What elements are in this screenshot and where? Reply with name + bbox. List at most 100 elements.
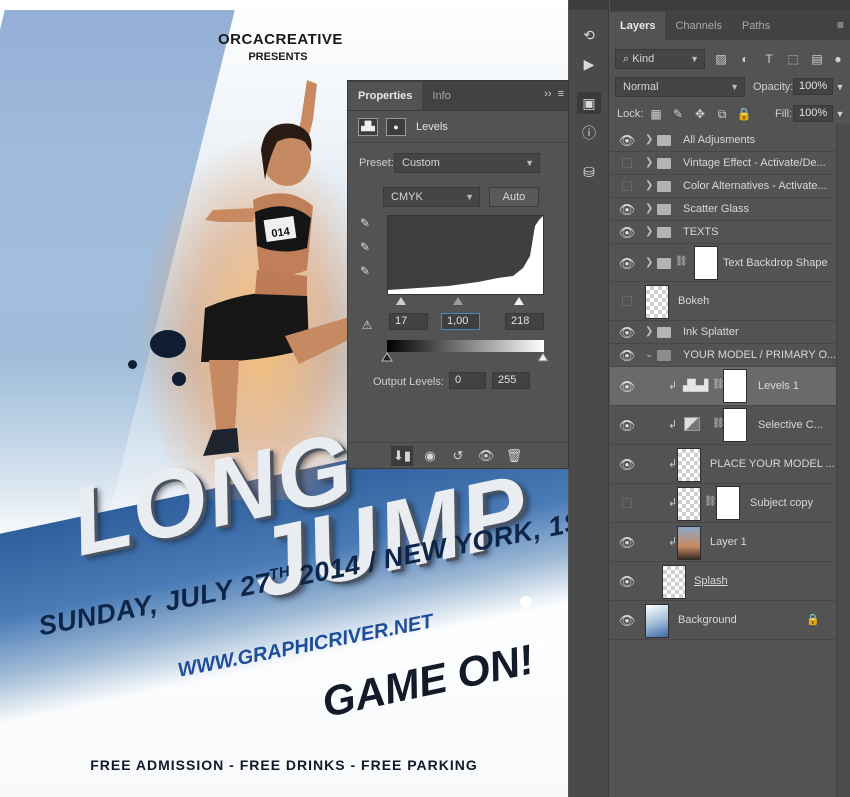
adjustment-filter-icon[interactable]: ◐ bbox=[737, 51, 753, 67]
layer-row[interactable]: 👁 Background 🔒 bbox=[610, 601, 836, 640]
layer-row[interactable]: 👁 ❯ ⛓ Text Backdrop Shape bbox=[610, 244, 836, 282]
lock-artboard-icon[interactable]: ⧉ bbox=[714, 106, 730, 122]
layer-row[interactable]: ❯ Vintage Effect - Activate/De... bbox=[610, 152, 836, 175]
layer-row[interactable]: ↲ ⛓ Subject copy bbox=[610, 484, 836, 523]
layer-row[interactable]: Bokeh bbox=[610, 282, 836, 321]
delete-adjustment-icon[interactable]: 🗑 bbox=[503, 446, 525, 466]
eye-icon[interactable]: 👁 bbox=[618, 202, 636, 217]
reset-icon[interactable]: ↺ bbox=[447, 446, 469, 466]
group-mask-thumbnail[interactable] bbox=[694, 246, 718, 280]
chevron-right-icon[interactable]: ❯ bbox=[645, 134, 653, 145]
tab-properties[interactable]: Properties bbox=[348, 82, 423, 110]
auto-button[interactable]: Auto bbox=[489, 187, 539, 207]
pixel-filter-icon[interactable]: ▨ bbox=[713, 51, 729, 67]
layer-row[interactable]: 👁 Splash bbox=[610, 562, 836, 601]
toggle-visibility-icon[interactable]: 👁 bbox=[475, 446, 497, 466]
eye-icon[interactable]: 👁 bbox=[618, 418, 636, 433]
tab-layers[interactable]: Layers bbox=[610, 12, 666, 40]
layer-row[interactable]: 👁 ❯ Ink Splatter bbox=[610, 321, 836, 344]
blend-mode-dropdown[interactable]: Normal ▼ bbox=[615, 77, 745, 97]
visibility-off-box[interactable] bbox=[622, 296, 632, 306]
visibility-off-box[interactable] bbox=[622, 181, 632, 191]
history-icon[interactable]: ⟲ bbox=[577, 24, 601, 46]
clip-to-layer-icon[interactable]: ⬇▮ bbox=[391, 445, 413, 466]
output-black-field[interactable]: 0 bbox=[449, 372, 486, 389]
layer-row[interactable]: 👁 ↲ ⛓ Selective C... bbox=[610, 406, 836, 445]
eye-icon[interactable]: 👁 bbox=[618, 574, 636, 589]
eye-icon[interactable]: 👁 bbox=[618, 535, 636, 550]
visibility-off-box[interactable] bbox=[622, 158, 632, 168]
view-previous-state-icon[interactable]: ◉ bbox=[419, 446, 441, 466]
layer-mask-thumbnail[interactable] bbox=[723, 408, 747, 442]
input-levels-slider[interactable] bbox=[387, 295, 545, 307]
type-filter-icon[interactable]: T bbox=[761, 51, 777, 67]
layer-row[interactable]: 👁 ❯ All Adjusments bbox=[610, 129, 836, 152]
layers-panel[interactable]: Layers Channels Paths ≡ ⌕ Kind ▼ ▨ ◐ T ⬚… bbox=[610, 0, 850, 797]
filter-toggle-icon[interactable]: ● bbox=[830, 51, 846, 67]
lock-all-icon[interactable]: 🔒 bbox=[736, 106, 752, 122]
smart-object-filter-icon[interactable]: ▤ bbox=[809, 51, 825, 67]
chevron-right-icon[interactable]: ❯ bbox=[645, 203, 653, 214]
layer-row-selected[interactable]: 👁 ↲ ▟▙▟ ⛓ Levels 1 bbox=[610, 367, 836, 406]
preset-dropdown[interactable]: Custom ▼ bbox=[394, 153, 540, 173]
chevron-down-icon[interactable]: ▼ bbox=[832, 79, 848, 95]
layer-row[interactable]: ❯ Color Alternatives - Activate... bbox=[610, 175, 836, 198]
gray-point-eyedropper-icon[interactable]: ✎ bbox=[357, 240, 373, 254]
info-icon[interactable]: ⓘ bbox=[577, 122, 601, 144]
chevron-right-icon[interactable]: ❯ bbox=[645, 257, 653, 268]
tab-channels[interactable]: Channels bbox=[665, 12, 731, 40]
eye-icon[interactable]: 👁 bbox=[618, 325, 636, 340]
eye-icon[interactable]: 👁 bbox=[618, 457, 636, 472]
chevron-right-icon[interactable]: ❯ bbox=[645, 157, 653, 168]
clone-source-icon[interactable]: ⛁ bbox=[577, 161, 601, 183]
layer-row[interactable]: 👁 ❯ TEXTS bbox=[610, 221, 836, 244]
collapse-panel-icon[interactable]: ›› bbox=[544, 88, 551, 100]
eye-icon[interactable]: 👁 bbox=[618, 379, 636, 394]
input-gamma-field[interactable]: 1,00 bbox=[441, 313, 480, 330]
opacity-field[interactable]: 100% bbox=[793, 78, 833, 95]
output-white-field[interactable]: 255 bbox=[492, 372, 530, 389]
eye-icon[interactable]: 👁 bbox=[618, 256, 636, 271]
chevron-down-icon[interactable]: ▼ bbox=[832, 106, 848, 122]
chevron-right-icon[interactable]: ❯ bbox=[645, 226, 653, 237]
lock-position-icon[interactable]: ✥ bbox=[692, 106, 708, 122]
output-levels-slider[interactable] bbox=[380, 351, 550, 363]
lock-transparency-icon[interactable]: ▦ bbox=[648, 106, 664, 122]
link-icon[interactable]: ⛓ bbox=[704, 496, 717, 507]
tab-info[interactable]: Info bbox=[422, 82, 460, 110]
filter-kind-dropdown[interactable]: ⌕ Kind ▼ bbox=[615, 49, 705, 69]
layer-row[interactable]: 👁 ⌄ YOUR MODEL / PRIMARY O... bbox=[610, 344, 836, 367]
link-icon[interactable]: ⛓ bbox=[675, 256, 688, 267]
eye-icon[interactable]: 👁 bbox=[618, 225, 636, 240]
layers-scrollbar[interactable] bbox=[836, 124, 850, 797]
eye-icon[interactable]: 👁 bbox=[618, 133, 636, 148]
visibility-off-box[interactable] bbox=[622, 498, 632, 508]
layer-mask-icon[interactable]: ● bbox=[386, 117, 406, 136]
tab-paths[interactable]: Paths bbox=[732, 12, 780, 40]
panel-menu-icon[interactable]: ≡ bbox=[558, 88, 564, 100]
eye-icon[interactable]: 👁 bbox=[618, 613, 636, 628]
chevron-right-icon[interactable]: ❯ bbox=[645, 326, 653, 337]
lock-pixels-icon[interactable]: ✎ bbox=[670, 106, 686, 122]
layer-mask-thumbnail[interactable] bbox=[723, 369, 747, 403]
input-black-field[interactable]: 17 bbox=[389, 313, 428, 330]
fill-field[interactable]: 100% bbox=[793, 105, 833, 122]
play-icon[interactable]: ▶ bbox=[577, 53, 601, 75]
layer-row[interactable]: 👁 ❯ Scatter Glass bbox=[610, 198, 836, 221]
channel-dropdown[interactable]: CMYK ▼ bbox=[383, 187, 480, 207]
panel-menu-icon[interactable]: ≡ bbox=[837, 18, 844, 32]
eye-icon[interactable]: 👁 bbox=[618, 348, 636, 363]
properties-icon[interactable]: ▣ bbox=[577, 92, 601, 114]
layer-mask-thumbnail[interactable] bbox=[716, 486, 740, 520]
black-point-eyedropper-icon[interactable]: ✎ bbox=[357, 216, 373, 230]
layer-row[interactable]: 👁 ↲ Layer 1 bbox=[610, 523, 836, 562]
chevron-down-icon[interactable]: ⌄ bbox=[645, 349, 653, 360]
panel-collapse-bar[interactable] bbox=[610, 0, 850, 10]
white-point-eyedropper-icon[interactable]: ✎ bbox=[357, 264, 373, 278]
input-white-field[interactable]: 218 bbox=[505, 313, 544, 330]
properties-panel[interactable]: Properties Info ›› ≡ ▟▙ ● Levels Preset:… bbox=[347, 80, 569, 469]
chevron-right-icon[interactable]: ❯ bbox=[645, 180, 653, 191]
shape-filter-icon[interactable]: ⬚ bbox=[785, 51, 801, 67]
dock-collapse-bar[interactable] bbox=[569, 0, 608, 10]
layer-row[interactable]: 👁 ↲ PLACE YOUR MODEL ... bbox=[610, 445, 836, 484]
